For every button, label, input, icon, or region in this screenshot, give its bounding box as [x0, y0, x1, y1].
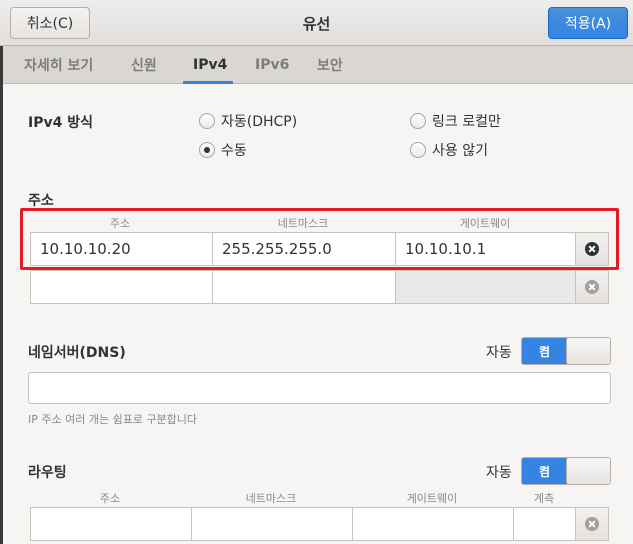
route-netmask-field[interactable] — [191, 507, 353, 541]
radio-manual[interactable]: 수동 — [199, 140, 247, 160]
netmask-field[interactable] — [212, 270, 396, 304]
routing-label: 라우팅 — [28, 465, 67, 481]
route-column-header-address: 주소 — [99, 492, 121, 505]
radio-link-local[interactable]: 링크 로컬만 — [410, 111, 501, 131]
radio-dhcp[interactable]: 자동(DHCP) — [199, 111, 297, 131]
route-column-header-metric: 계측 — [533, 492, 555, 505]
gateway-field[interactable] — [395, 270, 576, 304]
delete-icon — [585, 517, 599, 531]
address-field[interactable] — [30, 270, 213, 304]
route-metric-field[interactable] — [513, 507, 576, 541]
tab-ipv4[interactable]: IPv4 — [193, 46, 227, 84]
route-address-field[interactable] — [30, 507, 192, 541]
header-bar: 유선 취소(C) 적용(A) — [0, 0, 633, 46]
addresses-section-label: 주소 — [28, 193, 54, 209]
dns-label: 네임서버(DNS) — [28, 345, 126, 361]
radio-disabled-label: 사용 않기 — [432, 143, 488, 159]
route-column-header-netmask: 네트마스크 — [245, 492, 297, 505]
ipv4-method-label: IPv4 방식 — [28, 115, 93, 131]
network-settings-dialog: 유선 취소(C) 적용(A) 자세히 보기 신원 IPv4 IPv6 보안 IP… — [0, 0, 633, 544]
routing-auto-switch[interactable]: 켬 — [521, 457, 611, 485]
radio-button[interactable] — [410, 113, 426, 129]
dns-input[interactable] — [28, 372, 611, 404]
tab-bar: 자세히 보기 신원 IPv4 IPv6 보안 — [3, 46, 633, 84]
dns-hint: IP 주소 여러 개는 쉼표로 구분합니다 — [28, 413, 198, 426]
tab-details[interactable]: 자세히 보기 — [24, 46, 93, 84]
routing-auto-label: 자동 — [486, 465, 512, 481]
delete-address-button[interactable] — [575, 270, 609, 304]
radio-dhcp-label: 자동(DHCP) — [221, 114, 298, 130]
window-edge — [0, 46, 3, 544]
dns-auto-switch[interactable]: 켬 — [521, 337, 611, 365]
radio-manual-label: 수동 — [221, 143, 247, 159]
switch-knob[interactable] — [566, 458, 610, 484]
radio-disabled[interactable]: 사용 않기 — [410, 140, 488, 160]
dns-auto-label: 자동 — [486, 345, 512, 361]
radio-button-checked[interactable] — [199, 142, 215, 158]
route-column-header-gateway: 게이트웨이 — [406, 492, 458, 505]
route-gateway-field[interactable] — [352, 507, 514, 541]
tab-security[interactable]: 보안 — [317, 46, 343, 84]
tab-identity[interactable]: 신원 — [131, 46, 157, 84]
delete-icon — [585, 280, 599, 294]
cancel-button[interactable]: 취소(C) — [10, 7, 90, 39]
radio-button[interactable] — [410, 142, 426, 158]
switch-knob[interactable] — [566, 338, 610, 364]
highlight-box — [20, 208, 619, 270]
apply-button[interactable]: 적용(A) — [548, 7, 628, 39]
switch-on-label: 켬 — [522, 458, 567, 484]
tab-ipv6[interactable]: IPv6 — [255, 46, 289, 84]
radio-button[interactable] — [199, 113, 215, 129]
radio-link-local-label: 링크 로컬만 — [432, 114, 501, 130]
switch-on-label: 켬 — [522, 338, 567, 364]
delete-route-button[interactable] — [575, 507, 609, 541]
dialog-title: 유선 — [302, 14, 331, 33]
